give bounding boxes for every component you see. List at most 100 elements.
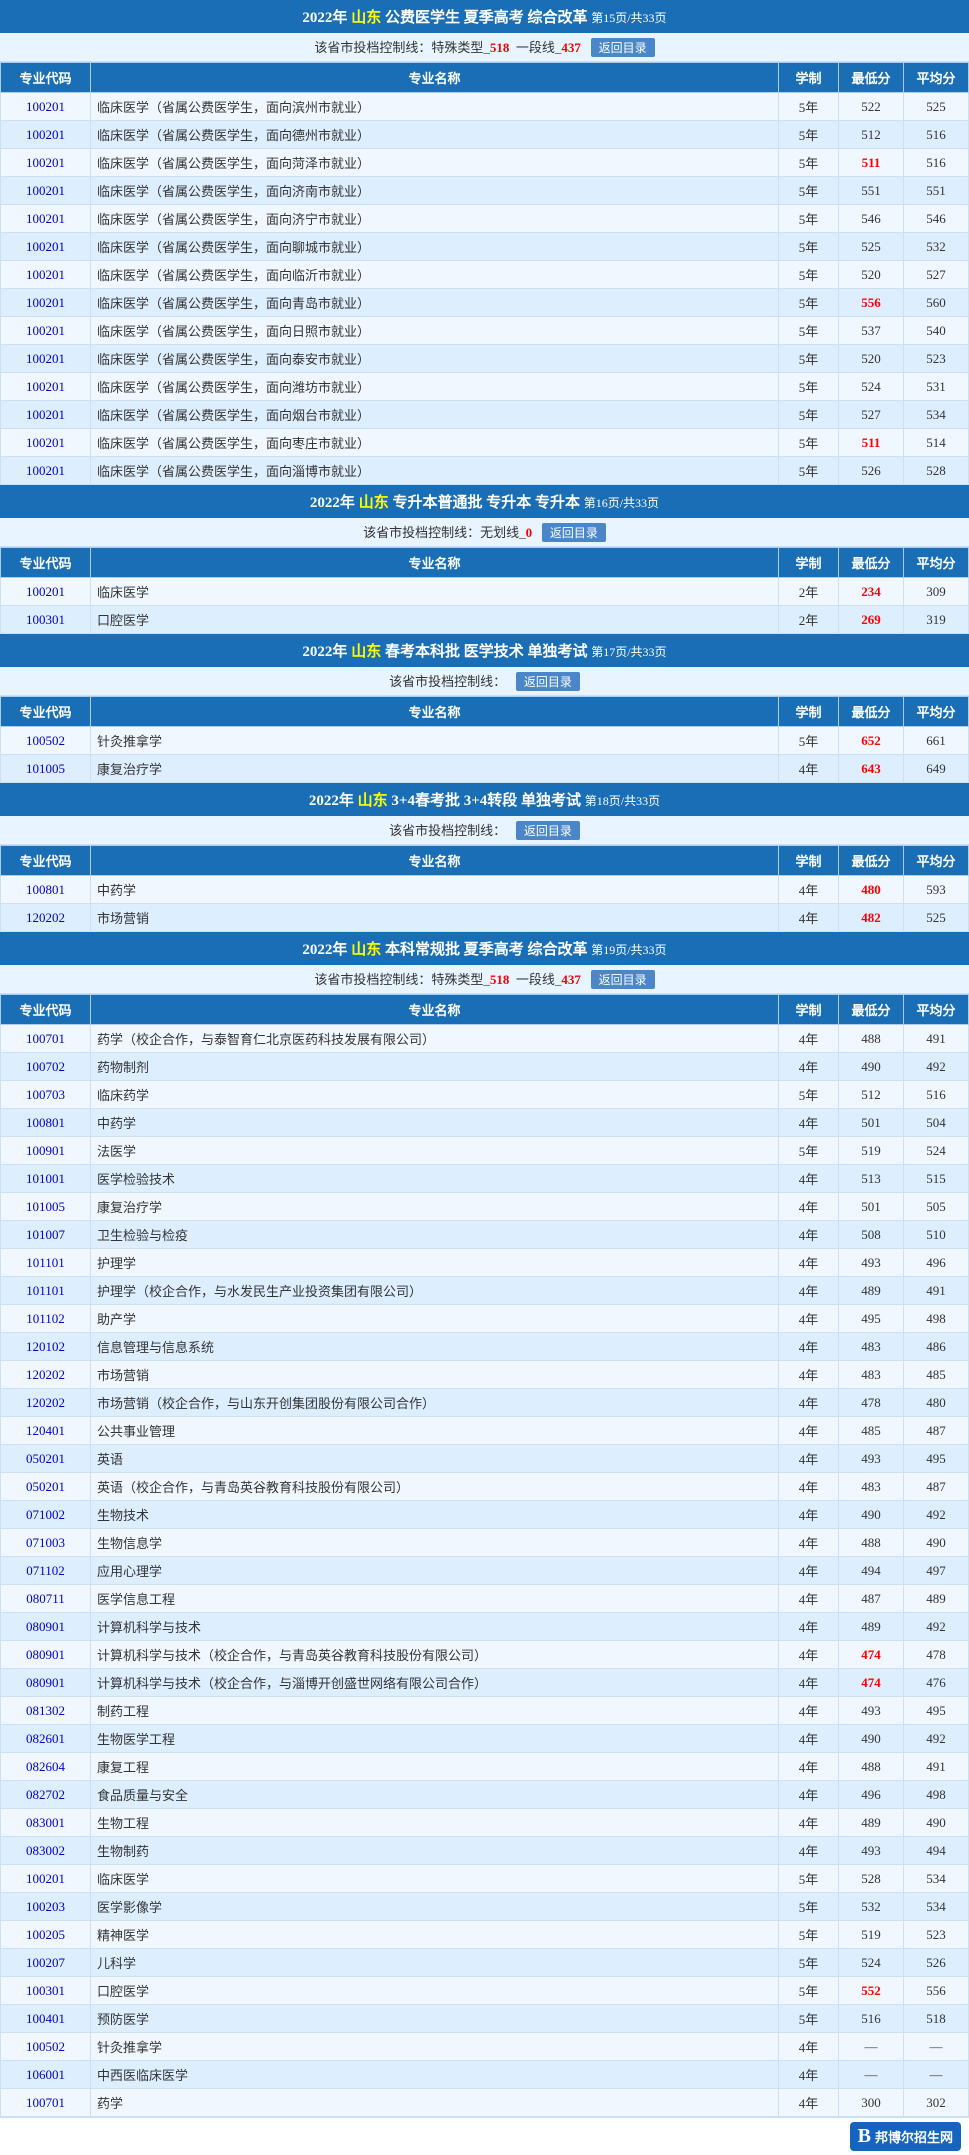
cell-code: 100205 [1, 1921, 91, 1949]
cell-name: 临床医学（省属公费医学生，面向临沂市就业） [91, 261, 779, 289]
col-header-min: 最低分 [839, 995, 904, 1025]
cell-min-score: 551 [839, 177, 904, 205]
cell-min-score: 493 [839, 1697, 904, 1725]
cell-min-score: 483 [839, 1473, 904, 1501]
cell-code: 100201 [1, 1865, 91, 1893]
cell-avg-score: 525 [904, 93, 969, 121]
section-19-back-button[interactable]: 返回目录 [591, 970, 655, 989]
cell-avg-score: 487 [904, 1473, 969, 1501]
cell-code: 100701 [1, 1025, 91, 1053]
cell-name: 药学 [91, 2089, 779, 2117]
cell-name: 市场营销 [91, 1361, 779, 1389]
cell-name: 计算机科学与技术（校企合作，与淄博开创盛世网络有限公司合作） [91, 1669, 779, 1697]
col-header-name: 专业名称 [91, 995, 779, 1025]
cell-name: 护理学（校企合作，与水发民生产业投资集团有限公司） [91, 1277, 779, 1305]
cell-min-score: 528 [839, 1865, 904, 1893]
cell-avg-score: 302 [904, 2089, 969, 2117]
col-header-name: 专业名称 [91, 63, 779, 93]
cell-year: 4年 [779, 1277, 839, 1305]
table-row: 100301口腔医学5年552556 [1, 1977, 969, 2005]
cell-code: 082702 [1, 1781, 91, 1809]
table-row: 106001中西医临床医学4年—— [1, 2061, 969, 2089]
cell-name: 临床医学（省属公费医学生，面向聊城市就业） [91, 233, 779, 261]
section-17-back-button[interactable]: 返回目录 [516, 672, 580, 691]
cell-name: 临床医学（省属公费医学生，面向日照市就业） [91, 317, 779, 345]
table-row: 100203医学影像学5年532534 [1, 1893, 969, 1921]
cell-year: 4年 [779, 755, 839, 783]
cell-min-score: 516 [839, 2005, 904, 2033]
cell-year: 4年 [779, 1837, 839, 1865]
cell-avg-score: 551 [904, 177, 969, 205]
cell-min-score: 483 [839, 1333, 904, 1361]
cell-min-score: 520 [839, 345, 904, 373]
cell-name: 英语（校企合作，与青岛英谷教育科技股份有限公司） [91, 1473, 779, 1501]
cell-code: 050201 [1, 1445, 91, 1473]
cell-name: 康复治疗学 [91, 755, 779, 783]
cell-year: 5年 [779, 1893, 839, 1921]
cell-year: 4年 [779, 876, 839, 904]
cell-min-score: 494 [839, 1557, 904, 1585]
cell-year: 4年 [779, 904, 839, 932]
cell-avg-score: 510 [904, 1221, 969, 1249]
cell-name: 市场营销（校企合作，与山东开创集团股份有限公司合作） [91, 1389, 779, 1417]
section-15-back-button[interactable]: 返回目录 [591, 38, 655, 57]
table-row: 120401公共事业管理4年485487 [1, 1417, 969, 1445]
cell-code: 080901 [1, 1669, 91, 1697]
section-18-back-button[interactable]: 返回目录 [516, 821, 580, 840]
cell-year: 4年 [779, 1473, 839, 1501]
cell-avg-score: 496 [904, 1249, 969, 1277]
section-16-back-button[interactable]: 返回目录 [542, 523, 606, 542]
cell-code: 100701 [1, 2089, 91, 2117]
cell-avg-score: 534 [904, 401, 969, 429]
table-row: 071002生物技术4年490492 [1, 1501, 969, 1529]
cell-avg-score: 476 [904, 1669, 969, 1697]
cell-name: 中药学 [91, 876, 779, 904]
cell-year: 5年 [779, 121, 839, 149]
cell-min-score: 493 [839, 1249, 904, 1277]
col-header-code: 专业代码 [1, 548, 91, 578]
cell-name: 护理学 [91, 1249, 779, 1277]
table-row: 100701药学4年300302 [1, 2089, 969, 2117]
cell-name: 助产学 [91, 1305, 779, 1333]
cell-name: 临床药学 [91, 1081, 779, 1109]
cell-name: 临床医学（省属公费医学生，面向德州市就业） [91, 121, 779, 149]
table-row: 120102信息管理与信息系统4年483486 [1, 1333, 969, 1361]
cell-code: 100301 [1, 1977, 91, 2005]
cell-min-score: 493 [839, 1445, 904, 1473]
table-row: 100201临床医学（省属公费医学生，面向烟台市就业）5年527534 [1, 401, 969, 429]
cell-year: 4年 [779, 1417, 839, 1445]
cell-avg-score: 492 [904, 1725, 969, 1753]
table-row: 071102应用心理学4年494497 [1, 1557, 969, 1585]
cell-avg-score: 534 [904, 1893, 969, 1921]
cell-min-score: 474 [839, 1669, 904, 1697]
cell-avg-score: 534 [904, 1865, 969, 1893]
logo-letter: B [858, 2125, 871, 2148]
section-17-header: 2022年 山东 春考本科批 医学技术 单独考试 第17页/共33页 [0, 634, 969, 667]
cell-avg-score: 492 [904, 1501, 969, 1529]
cell-avg-score: 526 [904, 1949, 969, 1977]
table-row: 100801中药学4年501504 [1, 1109, 969, 1137]
cell-avg-score: 478 [904, 1641, 969, 1669]
table-row: 071003生物信息学4年488490 [1, 1529, 969, 1557]
col-header-year: 学制 [779, 548, 839, 578]
cell-avg-score: 498 [904, 1781, 969, 1809]
cell-avg-score: 556 [904, 1977, 969, 2005]
cell-code: 101005 [1, 1193, 91, 1221]
cell-min-score: 512 [839, 1081, 904, 1109]
cell-year: 5年 [779, 1865, 839, 1893]
cell-code: 071102 [1, 1557, 91, 1585]
table-row: 083002生物制药4年493494 [1, 1837, 969, 1865]
cell-min-score: 501 [839, 1193, 904, 1221]
cell-code: 100201 [1, 205, 91, 233]
cell-min-score: 511 [839, 429, 904, 457]
cell-year: 4年 [779, 1361, 839, 1389]
cell-name: 口腔医学 [91, 606, 779, 634]
col-header-year: 学制 [779, 63, 839, 93]
cell-year: 5年 [779, 1921, 839, 1949]
section-15-pageinfo: 第15页/共33页 [591, 11, 666, 25]
cell-code: 100201 [1, 233, 91, 261]
cell-code: 120202 [1, 904, 91, 932]
section-16: 2022年 山东 专升本普通批 专升本 专升本 第16页/共33页 该省市投档控… [0, 485, 969, 634]
table-row: 100201临床医学2年234309 [1, 578, 969, 606]
cell-avg-score: 492 [904, 1053, 969, 1081]
